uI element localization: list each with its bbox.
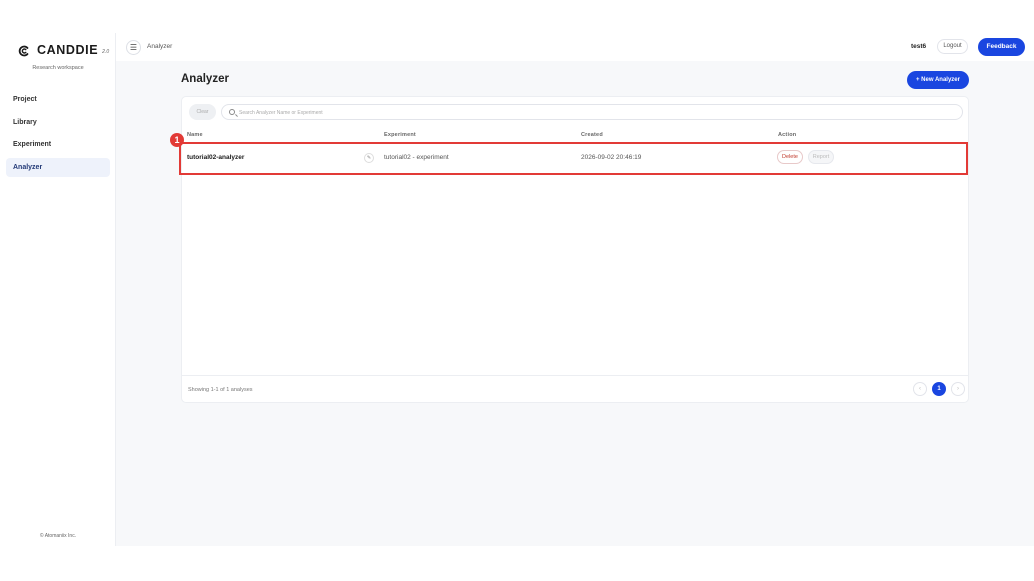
- brand[interactable]: CANDDIE 2.0: [18, 43, 109, 57]
- hamburger-menu-icon: ☰: [129, 42, 138, 52]
- copyright: © Atomaniix Inc.: [39, 533, 77, 539]
- next-page-icon[interactable]: ›: [951, 382, 965, 396]
- canddie-logo-icon: [18, 44, 30, 57]
- top-header: ☰ Analyzer test6 Logout Feedback: [116, 33, 1034, 61]
- report-button[interactable]: Report: [808, 150, 834, 164]
- analyzer-name[interactable]: tutorial02-analyzer: [187, 154, 244, 161]
- page-title: Analyzer: [181, 73, 229, 85]
- experiment-name: tutorial02 - experiment: [384, 154, 449, 161]
- prev-page-icon[interactable]: ‹: [913, 382, 927, 396]
- created-timestamp: 2026-09-02 20:46:19: [581, 154, 642, 161]
- breadcrumb: Analyzer: [147, 43, 173, 50]
- brand-name: CANDDIE: [37, 43, 99, 57]
- sidebar-item-project[interactable]: Project: [6, 90, 110, 109]
- pagination-summary: Showing 1-1 of 1 analyses: [188, 387, 253, 393]
- sidebar: CANDDIE 2.0 Research workspace Project L…: [0, 33, 116, 546]
- pencil-edit-icon[interactable]: ✎: [364, 153, 374, 163]
- table-toolbar: Clear: [189, 104, 963, 120]
- brand-version: 2.0: [102, 49, 110, 55]
- workspace-label: Research workspace: [32, 65, 84, 71]
- search-input[interactable]: [239, 107, 939, 118]
- column-header-name[interactable]: Name: [187, 132, 203, 138]
- app-root: CANDDIE 2.0 Research workspace Project L…: [0, 33, 1034, 546]
- logout-button[interactable]: Logout: [937, 39, 968, 54]
- column-header-created[interactable]: Created: [581, 132, 603, 138]
- search-icon: [229, 109, 235, 115]
- page-button-current[interactable]: 1: [932, 382, 946, 396]
- annotation-badge: 1: [170, 133, 184, 147]
- table-row[interactable]: tutorial02-analyzer ✎ tutorial02 - exper…: [179, 142, 968, 175]
- clear-button[interactable]: Clear: [189, 104, 216, 120]
- new-analyzer-button[interactable]: + New Analyzer: [907, 71, 969, 89]
- username: test6: [911, 43, 927, 50]
- delete-button[interactable]: Delete: [777, 150, 803, 164]
- column-header-action: Action: [778, 132, 797, 138]
- main-content: Analyzer + New Analyzer Clear Name Exper…: [116, 61, 1034, 546]
- column-header-experiment[interactable]: Experiment: [384, 132, 416, 138]
- pagination: ‹ 1 ›: [913, 382, 965, 396]
- feedback-button[interactable]: Feedback: [978, 38, 1025, 56]
- analyzer-table-card: Clear Name Experiment Created Action tut…: [179, 96, 969, 403]
- search-box[interactable]: [221, 104, 963, 120]
- table-header: Name Experiment Created Action: [182, 132, 968, 140]
- sidebar-item-experiment[interactable]: Experiment: [6, 135, 110, 154]
- menu-toggle-button[interactable]: ☰: [126, 40, 141, 55]
- table-footer-divider: [182, 375, 968, 376]
- sidebar-item-library[interactable]: Library: [6, 113, 110, 132]
- sidebar-nav: Project Library Experiment Analyzer: [6, 90, 110, 180]
- row-highlight-box: [179, 142, 968, 175]
- sidebar-item-analyzer[interactable]: Analyzer: [6, 157, 110, 177]
